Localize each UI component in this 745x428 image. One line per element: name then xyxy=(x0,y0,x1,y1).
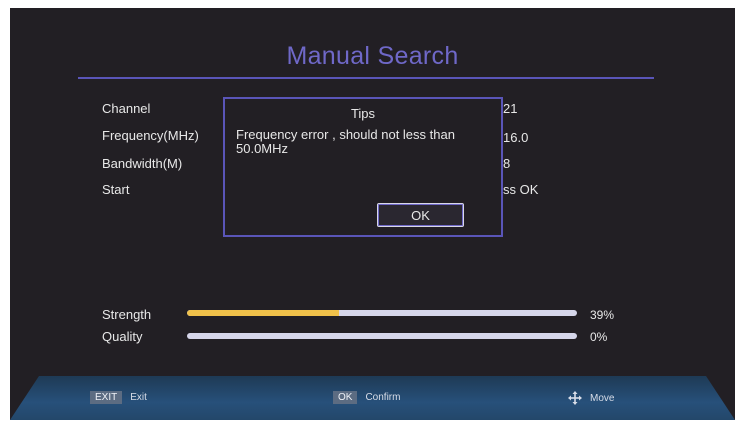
ok-key-badge: OK xyxy=(333,391,358,404)
exit-key-badge: EXIT xyxy=(90,391,123,404)
exit-hint-label: Exit xyxy=(130,392,147,403)
quality-label: Quality xyxy=(102,329,143,344)
tips-dialog: Tips Frequency error , should not less t… xyxy=(223,97,503,237)
strength-bar xyxy=(187,310,577,316)
dialog-title: Tips xyxy=(350,106,376,121)
frequency-value: 16.0 xyxy=(503,130,529,145)
bandwidth-label[interactable]: Bandwidth(M) xyxy=(102,156,182,171)
start-label[interactable]: Start xyxy=(102,182,129,197)
tv-menu-screen: Manual Search Channel 21 Frequency(MHz) … xyxy=(10,8,735,420)
strength-percent: 39% xyxy=(590,308,615,322)
strength-bar-fill xyxy=(187,310,340,316)
quality-bar xyxy=(187,333,577,339)
page-title: Manual Search xyxy=(286,42,459,70)
ok-button[interactable]: OK xyxy=(377,203,464,227)
channel-label[interactable]: Channel xyxy=(102,101,150,116)
dialog-message: Frequency error , should not less than 5… xyxy=(236,127,455,156)
bandwidth-value: 8 xyxy=(503,156,511,171)
move-hint-label: Move xyxy=(590,392,615,404)
confirm-hint-label: Confirm xyxy=(365,392,401,403)
move-hint[interactable]: Move xyxy=(568,391,614,405)
exit-hint[interactable]: EXIT Exit xyxy=(90,391,147,404)
title-divider xyxy=(78,77,654,79)
start-value: ss OK xyxy=(503,182,539,197)
channel-value: 21 xyxy=(503,101,518,116)
strength-label: Strength xyxy=(102,307,152,322)
frequency-label[interactable]: Frequency(MHz) xyxy=(102,128,199,143)
quality-percent: 0% xyxy=(590,330,608,344)
confirm-hint[interactable]: OK Confirm xyxy=(333,391,400,404)
move-arrows-icon xyxy=(568,391,582,405)
footer-hint-bar: EXIT Exit OK Confirm Move xyxy=(10,376,735,420)
